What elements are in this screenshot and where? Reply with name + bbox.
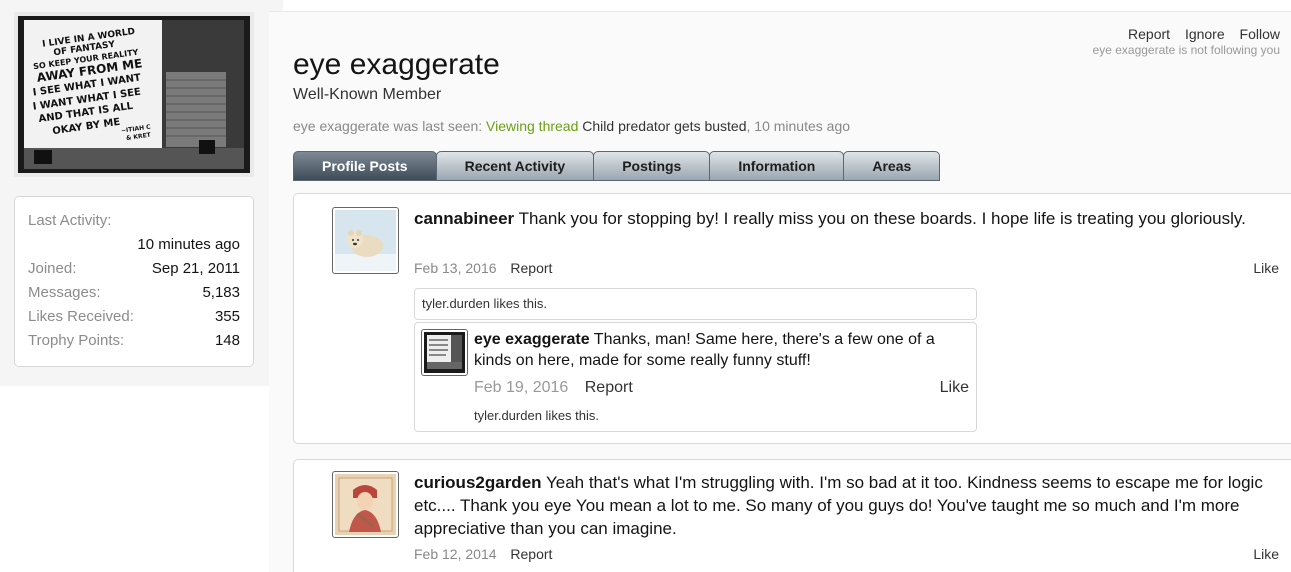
tab-information[interactable]: Information	[709, 151, 845, 181]
profile-post: curious2garden Yeah that's what I'm stru…	[293, 459, 1291, 572]
report-link[interactable]: Report	[585, 379, 633, 396]
profile-post: cannabineer Thank you for stopping by! I…	[293, 193, 1291, 444]
stat-label: Joined:	[28, 260, 77, 277]
post-author-link[interactable]: cannabineer	[414, 209, 514, 228]
stat-value[interactable]: 148	[215, 329, 240, 353]
follow-status: eye exaggerate is not following you	[1092, 43, 1280, 57]
stat-value: 10 minutes ago	[137, 236, 240, 253]
stat-value: Sep 21, 2011	[151, 260, 240, 277]
post-date[interactable]: Feb 13, 2016	[414, 260, 497, 276]
user-title: Well-Known Member	[293, 86, 442, 103]
last-seen-time: , 10 minutes ago	[746, 118, 851, 134]
comment-author-link[interactable]: eye exaggerate	[474, 331, 590, 348]
report-member-link[interactable]: Report	[1128, 26, 1170, 42]
comment-date[interactable]: Feb 19, 2016	[474, 379, 568, 396]
page-title: eye exaggerate	[293, 48, 500, 81]
comment-meta: Feb 19, 2016 Report Like	[474, 379, 969, 397]
stat-messages: Messages: 5,183	[28, 281, 240, 305]
member-stats: Last Activity: 10 minutes ago Joined: Se…	[14, 196, 254, 367]
follow-member-link[interactable]: Follow	[1240, 26, 1280, 42]
stat-last-activity-label-row: Last Activity:	[28, 209, 240, 233]
like-link[interactable]: Like	[1253, 546, 1279, 562]
post-text: Yeah that's what I'm struggling with. I'…	[414, 473, 1263, 538]
tab-recent-activity[interactable]: Recent Activity	[435, 151, 595, 181]
polar-bear-icon	[335, 210, 396, 271]
post-meta: Feb 12, 2014 Report Like	[414, 546, 1279, 562]
profile-tabs: Profile Posts Recent Activity Postings I…	[293, 151, 941, 181]
stat-joined: Joined: Sep 21, 2011	[28, 257, 240, 281]
profile-main: Report Ignore Follow eye exaggerate is n…	[269, 11, 1291, 572]
last-seen-prefix: eye exaggerate was last seen:	[293, 118, 483, 134]
profile-avatar[interactable]: I LIVE IN A WORLD OF FANTASY SO KEEP YOU…	[14, 12, 254, 177]
stat-label: Likes Received:	[28, 308, 134, 325]
post-author-link[interactable]: curious2garden	[414, 473, 542, 492]
likes-summary[interactable]: tyler.durden likes this.	[474, 408, 599, 423]
last-seen: eye exaggerate was last seen: Viewing th…	[293, 118, 850, 134]
comment-content: eye exaggerate Thanks, man! Same here, t…	[474, 329, 956, 371]
profile-photo-icon	[424, 332, 465, 373]
stat-likes-received: Likes Received: 355	[28, 305, 240, 329]
post-text: Thank you for stopping by! I really miss…	[518, 209, 1246, 228]
stat-value[interactable]: 5,183	[202, 281, 240, 305]
report-link[interactable]: Report	[510, 546, 552, 562]
post-content: cannabineer Thank you for stopping by! I…	[414, 207, 1279, 230]
last-seen-thread-link[interactable]: Child predator gets busted	[582, 118, 746, 134]
stat-label: Messages:	[28, 284, 101, 301]
tab-postings[interactable]: Postings	[593, 151, 711, 181]
post-comment: eye exaggerate Thanks, man! Same here, t…	[414, 322, 977, 432]
stat-label: Last Activity:	[28, 212, 112, 229]
stat-value: 355	[214, 308, 240, 325]
avatar[interactable]	[332, 471, 399, 538]
tab-areas[interactable]: Areas	[843, 151, 941, 181]
vintage-portrait-icon	[335, 474, 396, 535]
stat-trophy-points: Trophy Points: 148	[28, 329, 240, 353]
member-actions: Report Ignore Follow	[1117, 26, 1280, 42]
last-seen-action-link[interactable]: Viewing thread	[486, 118, 578, 134]
stat-label: Trophy Points:	[28, 332, 125, 349]
post-content: curious2garden Yeah that's what I'm stru…	[414, 471, 1279, 540]
avatar[interactable]	[332, 207, 399, 274]
post-date[interactable]: Feb 12, 2014	[414, 546, 497, 562]
stat-last-activity-value-row: 10 minutes ago	[28, 233, 240, 257]
ignore-member-link[interactable]: Ignore	[1185, 26, 1225, 42]
like-link[interactable]: Like	[1253, 260, 1279, 276]
profile-sidebar: I LIVE IN A WORLD OF FANTASY SO KEEP YOU…	[0, 0, 283, 386]
avatar[interactable]	[421, 329, 468, 376]
report-link[interactable]: Report	[510, 260, 552, 276]
tab-profile-posts[interactable]: Profile Posts	[293, 151, 437, 181]
like-link[interactable]: Like	[940, 379, 969, 397]
likes-summary[interactable]: tyler.durden likes this.	[414, 288, 977, 320]
post-meta: Feb 13, 2016 Report Like	[414, 260, 1279, 276]
